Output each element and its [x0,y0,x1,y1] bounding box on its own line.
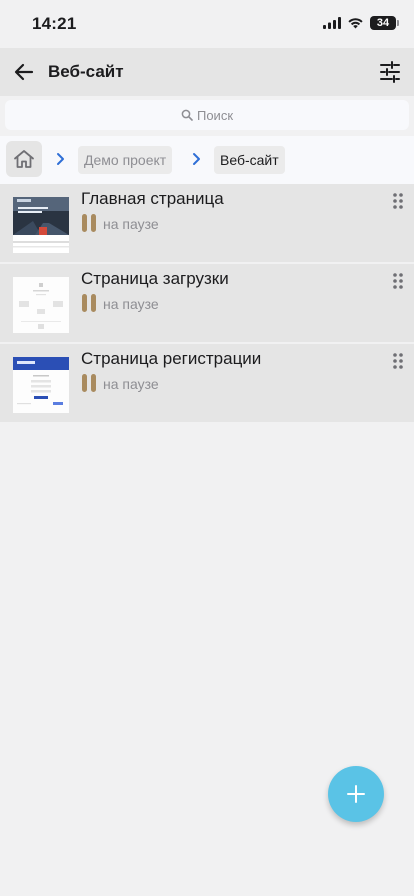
page-thumbnail [13,277,69,333]
page-title-text: Страница регистрации [81,349,262,368]
home-icon [14,150,34,168]
search-input[interactable]: Поиск [5,100,409,130]
list-item[interactable]: Страница регистрации на паузе [0,344,414,422]
pause-icon [82,214,96,232]
list-item[interactable]: Главная страница на паузе [0,184,414,262]
status-text: на паузе [103,296,159,312]
arrow-left-icon[interactable] [12,60,36,84]
pause-icon [82,294,96,312]
app-header: Веб-сайт [0,48,414,96]
chevron-right-icon [57,153,64,165]
sliders-icon[interactable] [378,60,402,84]
search-bar: Поиск [0,96,414,136]
status-time: 14:21 [32,14,77,33]
list-item[interactable]: Страница загрузки на паузе [0,264,414,342]
status-text: на паузе [103,376,159,392]
status-icons: 34 [323,16,399,30]
status-bar: 14:21 34 [0,0,414,48]
signal-icon [323,17,341,29]
drag-handle-icon[interactable] [392,352,404,370]
breadcrumb-item-demo-project[interactable]: Демо проект [78,146,173,174]
page-thumbnail [13,197,69,253]
drag-handle-icon[interactable] [392,192,404,210]
page-title-text: Страница загрузки [81,269,229,288]
breadcrumb-item-website[interactable]: Веб-сайт [214,146,285,174]
search-icon [181,109,193,121]
drag-handle-icon[interactable] [392,272,404,290]
page-list: Главная страница на паузе Страница загру… [0,184,414,424]
pause-icon [82,374,96,392]
page-title-text: Главная страница [81,189,224,208]
status-text: на паузе [103,216,159,232]
wifi-icon [348,18,363,29]
plus-icon [347,785,365,803]
search-placeholder: Поиск [196,107,234,123]
breadcrumb-home[interactable] [6,141,42,177]
page-title: Веб-сайт [48,62,124,81]
chevron-right-icon [193,153,200,165]
battery-level: 34 [376,17,390,29]
battery-icon: 34 [370,16,399,30]
breadcrumb: Демо проект Веб-сайт [0,136,414,184]
add-page-button[interactable] [328,766,384,822]
page-thumbnail [13,357,69,413]
